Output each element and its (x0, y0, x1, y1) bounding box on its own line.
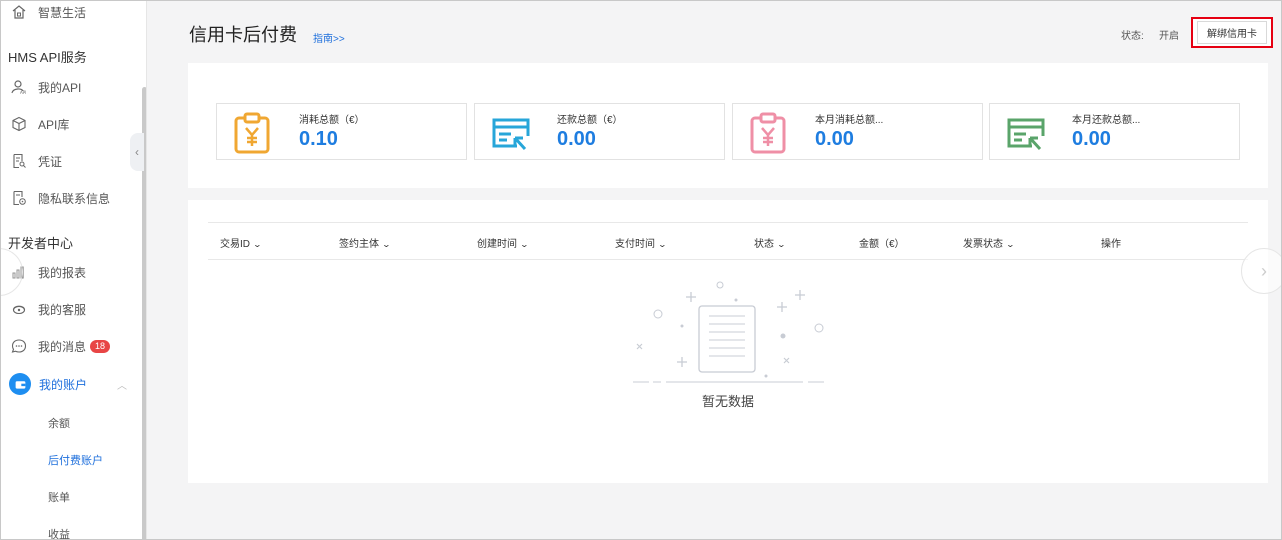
cube-icon (11, 116, 27, 132)
chevron-down-icon: ⌄ (657, 240, 668, 249)
summary-card-total-spend: 消耗总额（€） 0.10 (216, 103, 467, 160)
section-developer-center: 开发者中心 (8, 236, 74, 251)
sidebar-item-smart-life[interactable]: 智慧生活 (1, 1, 141, 27)
column-transaction-id[interactable]: 交易ID ⌄ (220, 235, 263, 250)
sidebar-item-label: 我的账户 (39, 377, 88, 392)
sidebar-item-my-support[interactable]: 我的客服 (1, 294, 141, 324)
summary-card-month-spend: 本月消耗总额... 0.00 (732, 103, 983, 160)
chevron-down-icon: ⌄ (1005, 240, 1016, 249)
table-header: 交易ID ⌄ 签约主体 ⌄ 创建时间 ⌄ 支付时间 ⌄ 状态 ⌄ 金额（€） 发票状态 ⌄ … (208, 222, 1248, 260)
chat-bubble-icon (11, 338, 27, 354)
status-label: 状态: (1121, 31, 1144, 42)
clipboard-yen-icon (750, 112, 786, 154)
sidebar-sub-earnings[interactable]: 收益 (48, 526, 70, 539)
section-hms-api: HMS API服务 (8, 50, 87, 65)
transactions-table-panel: 交易ID ⌄ 签约主体 ⌄ 创建时间 ⌄ 支付时间 ⌄ 状态 ⌄ 金额（€） 发票状态 ⌄ … (188, 200, 1268, 483)
summary-card-total-repayment: 还款总额（€） 0.00 (474, 103, 725, 160)
sidebar-sub-postpaid-account[interactable]: 后付费账户 (48, 452, 103, 468)
card-value: 0.10 (299, 128, 338, 150)
sidebar-item-label: 凭证 (38, 154, 63, 169)
sidebar-item-label: 我的客服 (38, 302, 87, 317)
summary-card-month-repayment: 本月还款总额... 0.00 (989, 103, 1240, 160)
headset-icon (11, 301, 27, 317)
sidebar-item-my-account[interactable]: 我的账户 ︿ (1, 368, 141, 400)
card-label: 本月消耗总额... (815, 115, 884, 126)
sidebar-item-my-api[interactable]: API 我的API (1, 72, 141, 102)
sidebar-sub-bills[interactable]: 账单 (48, 489, 70, 505)
card-label: 本月还款总额... (1072, 115, 1141, 126)
column-contract-entity[interactable]: 签约主体 ⌄ (339, 235, 392, 250)
column-actions: 操作 (1101, 239, 1121, 250)
chevron-left-icon: ‹ (135, 145, 139, 159)
chevron-up-icon: ︿ (117, 381, 127, 392)
sidebar-item-label: API库 (38, 117, 70, 132)
column-invoice-status[interactable]: 发票状态 ⌄ (963, 235, 1016, 250)
column-created-time[interactable]: 创建时间 ⌄ (477, 235, 530, 250)
card-return-icon (1007, 118, 1045, 151)
document-key-icon (11, 153, 27, 169)
app-frame: 智慧生活 HMS API服务 API 我的API API库 凭证 隐私联系信息 (0, 0, 1282, 540)
unread-count-badge: 18 (90, 339, 111, 353)
status-value: 开启 (1159, 31, 1179, 42)
chevron-down-icon: ⌄ (381, 240, 392, 249)
empty-document-illustration (633, 281, 824, 383)
chevron-right-icon: › (1261, 260, 1267, 281)
svg-text:API: API (20, 90, 26, 95)
column-status[interactable]: 状态 ⌄ (754, 235, 787, 250)
column-amount: 金额（€） (859, 239, 905, 250)
carousel-next-button[interactable]: › (1241, 248, 1281, 294)
card-value: 0.00 (557, 128, 596, 150)
home-icon (11, 4, 27, 20)
api-user-icon: API (11, 79, 27, 95)
chevron-down-icon: ⌄ (519, 240, 530, 249)
sidebar-item-label: 我的API (38, 80, 82, 95)
sidebar-item-credentials[interactable]: 凭证 (1, 146, 141, 176)
sidebar-item-privacy-contact[interactable]: 隐私联系信息 (1, 183, 141, 213)
sidebar-item-label: 我的报表 (38, 265, 87, 280)
guide-link[interactable]: 指南>> (313, 30, 345, 45)
sidebar-item-label: 智慧生活 (38, 5, 87, 20)
clipboard-yen-icon (234, 112, 270, 154)
chevron-down-icon: ⌄ (776, 240, 787, 249)
column-payment-time[interactable]: 支付时间 ⌄ (615, 235, 668, 250)
collapse-sidebar-button[interactable]: ‹ (130, 133, 144, 171)
card-label: 消耗总额（€） (299, 115, 365, 126)
sidebar-sub-balance[interactable]: 余额 (48, 415, 70, 431)
sidebar-item-api-library[interactable]: API库 (1, 109, 141, 139)
page-title: 信用卡后付费 (189, 25, 297, 45)
wallet-icon (9, 373, 31, 395)
card-value: 0.00 (815, 128, 854, 150)
chevron-down-icon: ⌄ (252, 240, 263, 249)
sidebar-item-label: 我的消息 (38, 339, 87, 354)
card-label: 还款总额（€） (557, 115, 623, 126)
privacy-doc-icon (11, 190, 27, 206)
sidebar-item-label: 隐私联系信息 (38, 191, 111, 206)
unbind-credit-card-button[interactable]: 解绑信用卡 (1197, 21, 1267, 44)
empty-state-text: 暂无数据 (701, 394, 754, 409)
card-return-icon (492, 118, 530, 151)
card-value: 0.00 (1072, 128, 1111, 150)
sidebar-item-my-messages[interactable]: 我的消息 18 (1, 331, 141, 361)
unbind-credit-card-highlight: 解绑信用卡 (1191, 17, 1273, 48)
summary-panel: 消耗总额（€） 0.10 还款总额（€） 0.00 本月消耗总额... 0.00 (188, 63, 1268, 188)
